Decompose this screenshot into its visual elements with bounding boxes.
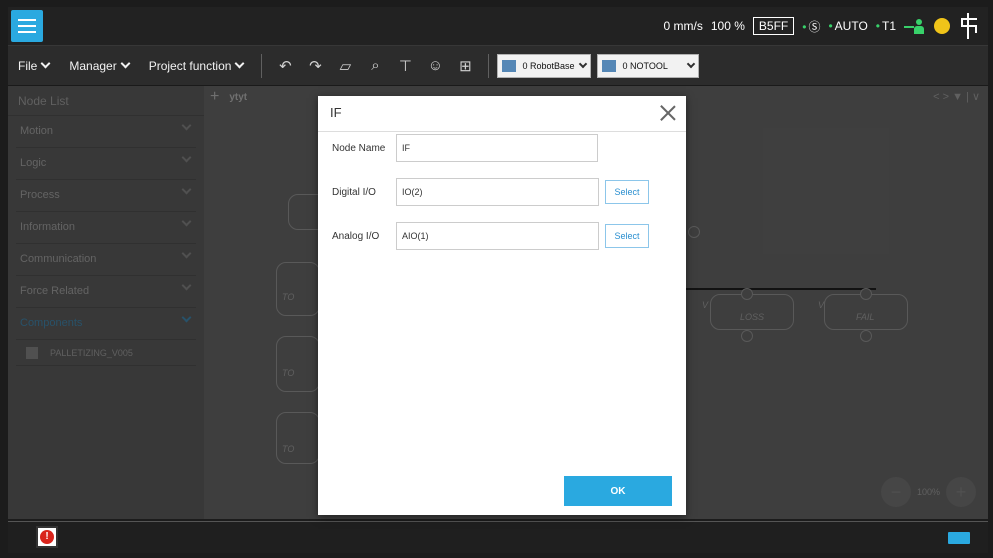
digital-io-input[interactable]: IO(2) [396,178,599,206]
override-readout: 100 % [710,19,745,33]
top-status-bar: 0 mm/s 100 % B5FF Ⓢ AUTO T1 [8,7,988,45]
tool-indicator[interactable]: T1 [876,19,896,33]
alarm-icon[interactable]: ! [36,526,58,548]
dialog-header: IF [318,96,686,132]
node-name-label: Node Name [332,142,386,154]
if-node-dialog: IF Node Name IF Digital I/O IO(2) Select… [318,96,686,515]
keyboard-icon[interactable] [948,532,970,544]
analog-io-select-button[interactable]: Select [605,224,649,248]
status-code-badge[interactable]: B5FF [752,17,795,35]
analog-io-input[interactable]: AIO(1) [396,222,599,250]
node-name-row: Node Name IF [332,134,598,162]
digital-io-label: Digital I/O [332,186,376,198]
ok-button[interactable]: OK [564,476,672,506]
analog-io-row: Analog I/O AIO(1) Select [332,222,649,250]
auto-mode-indicator[interactable]: AUTO [828,19,868,33]
status-area: 0 mm/s 100 % B5FF Ⓢ AUTO T1 [664,7,980,45]
status-light-icon [934,18,950,34]
digital-io-row: Digital I/O IO(2) Select [332,178,649,206]
close-icon[interactable] [658,103,678,123]
analog-io-label: Analog I/O [332,230,380,242]
teach-pendant-icon[interactable] [958,13,980,39]
speed-readout: 0 mm/s [663,19,703,33]
person-drag-icon[interactable] [904,17,926,35]
digital-io-select-button[interactable]: Select [605,180,649,204]
node-name-input[interactable]: IF [396,134,598,162]
servo-indicator: Ⓢ [802,18,820,35]
dialog-title: IF [330,105,342,120]
hamburger-menu-icon[interactable] [11,10,43,42]
bottom-bar: ! [8,521,988,553]
